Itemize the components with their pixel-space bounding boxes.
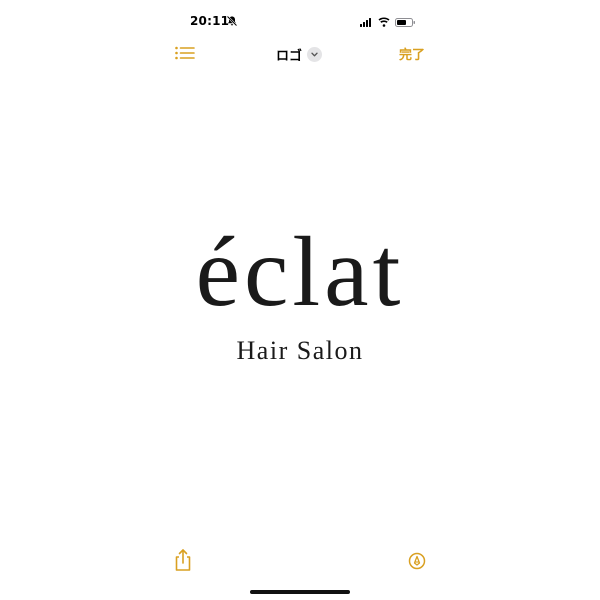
- bell-slash-icon: [226, 15, 238, 27]
- share-icon[interactable]: [173, 548, 193, 572]
- signal-icon: [360, 18, 371, 27]
- status-icons: [360, 17, 415, 27]
- logo-wordmark: éclat: [195, 216, 405, 327]
- logo-image: éclat Hair Salon: [0, 222, 600, 366]
- home-indicator[interactable]: [250, 590, 350, 594]
- note-title: ロゴ: [276, 48, 303, 64]
- logo-tagline: Hair Salon: [236, 336, 364, 365]
- wifi-icon: [378, 17, 390, 27]
- list-icon[interactable]: [174, 44, 196, 62]
- battery-icon: [395, 18, 415, 27]
- note-title-menu[interactable]: ロゴ: [276, 43, 323, 65]
- chevron-down-icon: [307, 46, 323, 62]
- status-time: 20:11: [190, 14, 230, 28]
- markup-icon[interactable]: [408, 552, 426, 570]
- nav-bar: ロゴ 完了: [0, 40, 600, 68]
- status-bar: 20:11: [0, 12, 600, 32]
- done-button[interactable]: 完了: [399, 44, 425, 63]
